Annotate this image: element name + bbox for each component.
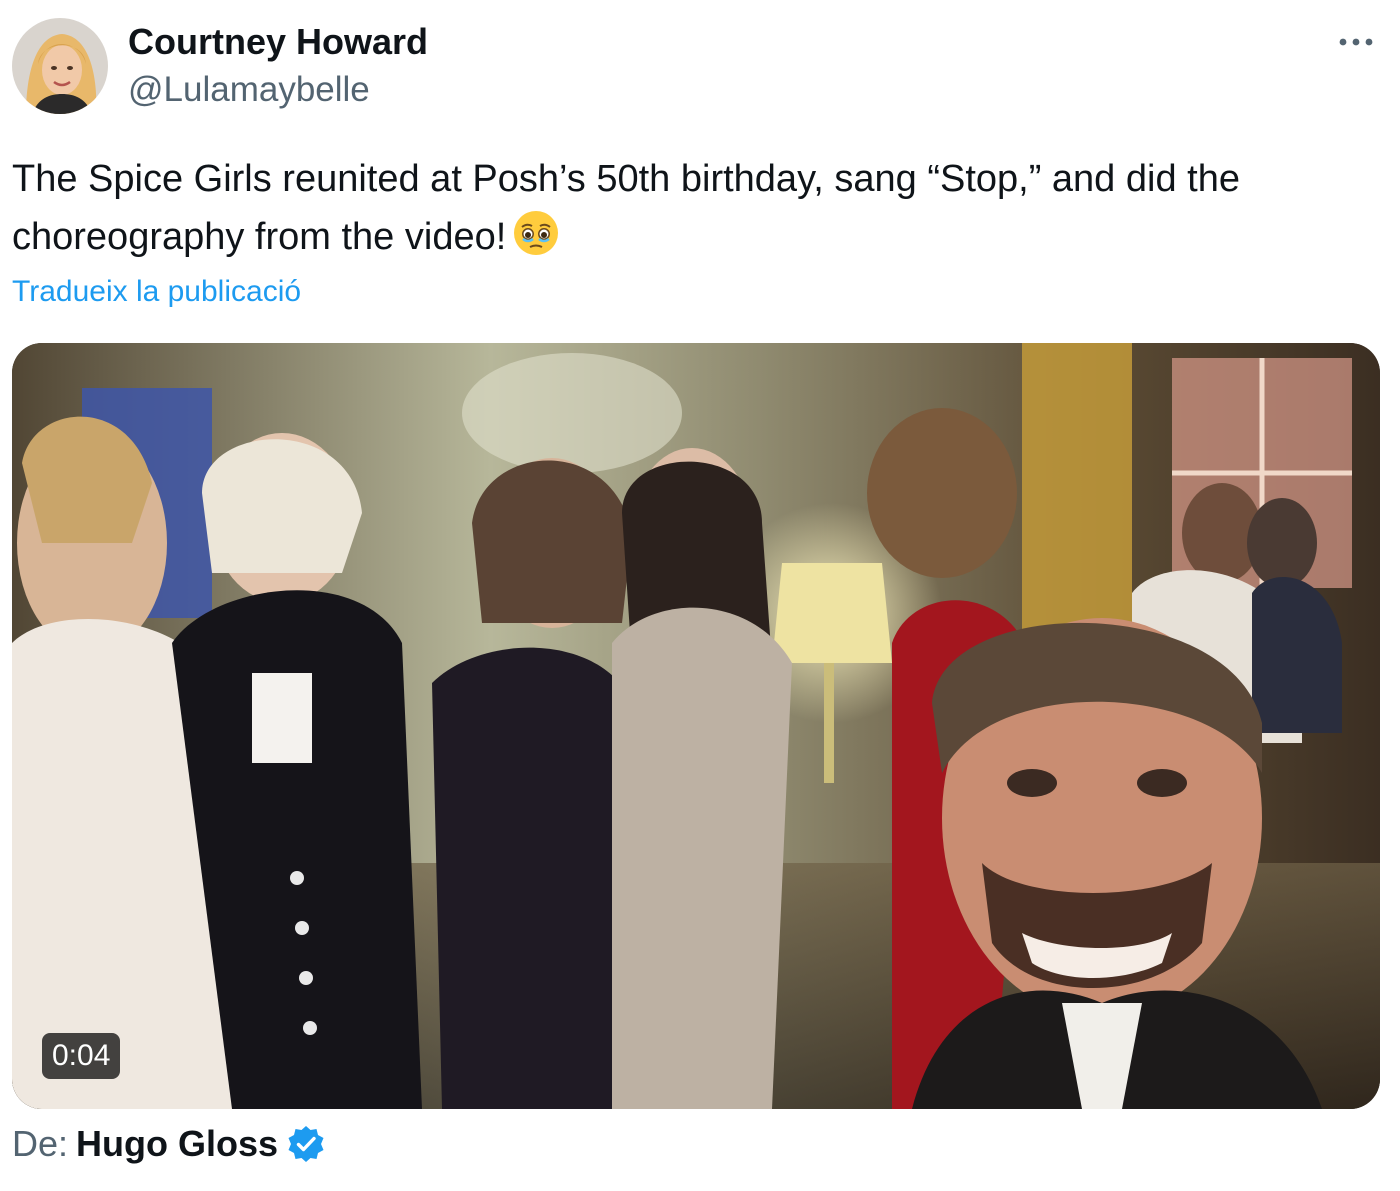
video-source: De: Hugo Gloss <box>12 1120 326 1168</box>
tweet-body: The Spice Girls reunited at Posh’s 50th … <box>12 158 1240 258</box>
author-name[interactable]: Courtney Howard <box>128 20 428 64</box>
verified-badge-icon <box>286 1124 326 1164</box>
source-account-name[interactable]: Hugo Gloss <box>76 1120 278 1168</box>
face-holding-back-tears-icon <box>512 209 560 274</box>
video-duration-badge: 0:04 <box>42 1033 121 1079</box>
translate-post-link[interactable]: Tradueix la publicació <box>12 272 301 312</box>
ellipsis-icon <box>1339 38 1373 46</box>
source-prefix: De: <box>12 1123 69 1164</box>
tweet-text: The Spice Girls reunited at Posh’s 50th … <box>12 150 1392 274</box>
author-handle[interactable]: @Lulamaybelle <box>128 68 370 112</box>
avatar-image <box>12 18 108 114</box>
author-avatar[interactable] <box>12 18 108 114</box>
video-player[interactable]: 0:04 <box>12 343 1380 1109</box>
more-options-button[interactable] <box>1332 22 1380 62</box>
video-frame <box>12 343 1380 1109</box>
